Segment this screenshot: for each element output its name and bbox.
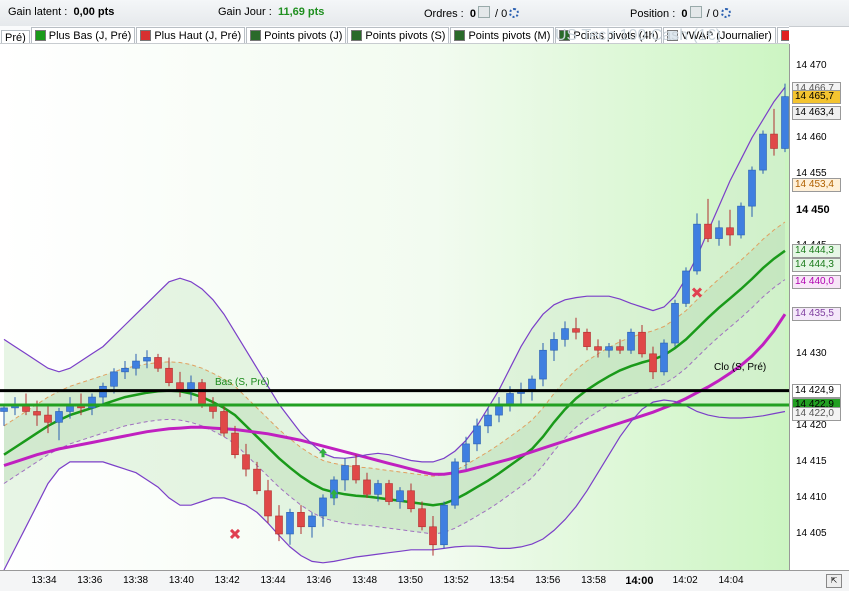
candle[interactable] [759, 130, 767, 174]
instrument-watermark: US Tech 100 Cash (1€) [555, 27, 722, 44]
candle[interactable] [737, 202, 745, 239]
candle[interactable] [440, 501, 448, 549]
ordres-icon[interactable] [477, 6, 490, 18]
price-tag: 14 440,0 [792, 274, 841, 289]
x-tick-label: 13:44 [260, 575, 286, 586]
price-tag: 14 424,9 [792, 383, 841, 398]
price-chart[interactable] [0, 44, 789, 570]
ordres: Ordres : 0 / 0 [424, 6, 520, 20]
price-tag: 14 465,7 [792, 89, 841, 104]
gain-latent: Gain latent : 0,00 pts [8, 6, 115, 18]
y-tick-label: 14 410 [796, 491, 827, 503]
time-axis[interactable]: 13:34 13:36 13:38 13:40 13:42 13:44 13:46 13:48… [0, 570, 849, 591]
x-tick-label: 13:46 [306, 575, 332, 586]
legend-label: Pré) [5, 32, 26, 44]
x-tick-label: 13:50 [397, 575, 423, 586]
x-tick-label: 13:40 [168, 575, 194, 586]
candle[interactable] [671, 299, 679, 347]
x-tick-label: 13:48 [352, 575, 378, 586]
legend-label: Plus Haut (J, Pré) [154, 29, 242, 42]
legend-swatch [780, 30, 789, 41]
candle[interactable] [385, 479, 393, 506]
x-tick-label: 13:34 [31, 575, 57, 586]
legend-label: Points pivots (M) [468, 29, 551, 42]
x-tick-label: 13:38 [123, 575, 149, 586]
x-tick-label: 13:58 [581, 575, 607, 586]
legend-item[interactable]: Points pivots (S) [347, 27, 450, 43]
x-tick-label: 13:42 [214, 575, 240, 586]
price-tag: 14 453,4 [792, 178, 841, 193]
legend-swatch [351, 30, 363, 41]
candle[interactable] [627, 328, 635, 354]
y-tick-label: 14 430 [796, 347, 827, 359]
legend-swatch [140, 30, 152, 41]
position-icon[interactable] [689, 6, 702, 18]
price-tag: 14 444,3 [792, 243, 841, 258]
account-toolbar: Gain latent : 0,00 pts Gain Jour : 11,69… [0, 0, 849, 27]
candle[interactable] [660, 339, 668, 376]
gain-jour: Gain Jour : 11,69 pts [218, 6, 325, 18]
price-tag: 14 463,4 [792, 106, 841, 121]
price-tag: 14 422,0 [792, 407, 841, 422]
y-tick-label: 14 415 [796, 455, 827, 467]
legend-swatch [454, 30, 466, 41]
x-tick-label: 13:56 [535, 575, 561, 586]
x-tick-label: 13:36 [77, 575, 103, 586]
y-tick-label: 14 420 [796, 419, 827, 431]
candle[interactable] [682, 267, 690, 307]
y-tick-label: 14 460 [796, 131, 827, 143]
legend-label: Points pivots (S) [365, 29, 446, 42]
y-tick-label: 14 405 [796, 527, 827, 539]
legend-label: Plus Bas (J, Pré) [48, 29, 132, 42]
x-tick-label: 13:54 [489, 575, 515, 586]
y-tick-label: 14 450 [796, 203, 830, 216]
y-tick-label: 14 455 [796, 167, 827, 179]
position-settings-icon[interactable] [720, 8, 731, 18]
position: Position : 0 / 0 [630, 6, 731, 20]
legend-label: Points pivots (J) [264, 29, 343, 42]
price-tag: 14 435,5 [792, 307, 841, 322]
bas-level-label: Bas (S, Pré) [215, 377, 270, 388]
expand-icon[interactable]: ⇱ [826, 574, 842, 588]
legend-item[interactable]: Pré) [1, 29, 30, 44]
x-tick-label: 14:04 [718, 575, 744, 586]
legend-item[interactable]: Plus Haut (J, Pré) [136, 27, 246, 43]
legend-item[interactable]: Points pivots (J) [246, 27, 347, 43]
legend-swatch [250, 30, 262, 41]
legend-item[interactable]: Points pivots (M) [450, 27, 555, 43]
clo-level-label: Clo (S, Pré) [714, 362, 767, 373]
candle[interactable] [451, 458, 459, 509]
legend-item[interactable]: Plus Ha [776, 27, 789, 43]
legend-item[interactable]: Plus Bas (J, Pré) [30, 27, 136, 43]
x-tick-label: 14:02 [672, 575, 698, 586]
price-tag: 14 444,3 [792, 257, 841, 272]
y-tick-label: 14 470 [796, 59, 827, 71]
x-tick-label: 14:00 [625, 575, 654, 587]
legend-swatch [34, 30, 46, 41]
x-tick-label: 13:52 [443, 575, 469, 586]
ordres-settings-icon[interactable] [509, 8, 520, 18]
